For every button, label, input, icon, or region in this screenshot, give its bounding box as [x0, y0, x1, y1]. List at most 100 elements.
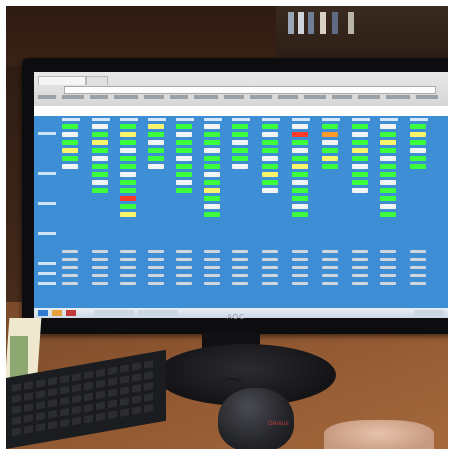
status-cell[interactable] — [120, 124, 136, 129]
grey-cell[interactable] — [262, 266, 278, 269]
taskbar-item[interactable] — [94, 310, 134, 316]
grey-cell[interactable] — [176, 274, 192, 277]
folder-icon[interactable] — [52, 310, 62, 316]
status-cell[interactable] — [176, 148, 192, 153]
grey-cell[interactable] — [176, 258, 192, 261]
status-cell[interactable] — [380, 140, 396, 145]
status-cell[interactable] — [176, 156, 192, 161]
grey-cell[interactable] — [410, 282, 426, 285]
status-cell[interactable] — [352, 148, 368, 153]
status-cell[interactable] — [120, 204, 136, 209]
grey-cell[interactable] — [380, 258, 396, 261]
grey-cell[interactable] — [148, 258, 164, 261]
grey-cell[interactable] — [380, 282, 396, 285]
status-cell[interactable] — [292, 132, 308, 137]
grey-cell[interactable] — [410, 274, 426, 277]
bookmark[interactable] — [90, 95, 108, 99]
bookmark[interactable] — [386, 95, 410, 99]
grey-cell[interactable] — [380, 250, 396, 253]
status-cell[interactable] — [92, 140, 108, 145]
status-cell[interactable] — [148, 164, 164, 169]
status-cell[interactable] — [380, 156, 396, 161]
bookmark[interactable] — [224, 95, 244, 99]
grey-cell[interactable] — [176, 250, 192, 253]
grey-cell[interactable] — [62, 274, 78, 277]
status-cell[interactable] — [204, 148, 220, 153]
status-cell[interactable] — [204, 196, 220, 201]
status-cell[interactable] — [322, 124, 338, 129]
status-cell[interactable] — [352, 188, 368, 193]
status-cell[interactable] — [232, 124, 248, 129]
grey-cell[interactable] — [410, 258, 426, 261]
grey-cell[interactable] — [204, 258, 220, 261]
status-cell[interactable] — [120, 188, 136, 193]
bookmark[interactable] — [250, 95, 272, 99]
app-icon[interactable] — [66, 310, 76, 316]
status-cell[interactable] — [148, 124, 164, 129]
grey-cell[interactable] — [352, 258, 368, 261]
status-cell[interactable] — [92, 172, 108, 177]
status-cell[interactable] — [380, 124, 396, 129]
grey-cell[interactable] — [176, 266, 192, 269]
status-cell[interactable] — [292, 124, 308, 129]
status-cell[interactable] — [322, 164, 338, 169]
status-cell[interactable] — [410, 124, 426, 129]
status-cell[interactable] — [322, 156, 338, 161]
grey-cell[interactable] — [120, 274, 136, 277]
bookmark[interactable] — [62, 95, 84, 99]
bookmark[interactable] — [416, 95, 438, 99]
grey-cell[interactable] — [92, 266, 108, 269]
grey-cell[interactable] — [204, 282, 220, 285]
grey-cell[interactable] — [92, 282, 108, 285]
status-cell[interactable] — [232, 132, 248, 137]
status-cell[interactable] — [262, 132, 278, 137]
bookmark[interactable] — [144, 95, 164, 99]
status-cell[interactable] — [292, 140, 308, 145]
grey-cell[interactable] — [262, 282, 278, 285]
status-cell[interactable] — [204, 156, 220, 161]
status-cell[interactable] — [92, 180, 108, 185]
status-cell[interactable] — [292, 196, 308, 201]
grey-cell[interactable] — [232, 258, 248, 261]
bookmark[interactable] — [170, 95, 188, 99]
grey-cell[interactable] — [204, 250, 220, 253]
start-icon[interactable] — [38, 310, 48, 316]
grey-cell[interactable] — [62, 282, 78, 285]
status-cell[interactable] — [292, 156, 308, 161]
status-cell[interactable] — [120, 148, 136, 153]
status-cell[interactable] — [292, 188, 308, 193]
status-cell[interactable] — [322, 148, 338, 153]
grey-cell[interactable] — [292, 250, 308, 253]
status-cell[interactable] — [262, 156, 278, 161]
status-cell[interactable] — [380, 204, 396, 209]
status-cell[interactable] — [410, 132, 426, 137]
grey-cell[interactable] — [322, 250, 338, 253]
status-cell[interactable] — [410, 164, 426, 169]
grey-cell[interactable] — [322, 258, 338, 261]
grey-cell[interactable] — [232, 266, 248, 269]
status-cell[interactable] — [380, 172, 396, 177]
status-cell[interactable] — [148, 148, 164, 153]
status-cell[interactable] — [204, 124, 220, 129]
status-cell[interactable] — [410, 148, 426, 153]
status-cell[interactable] — [62, 124, 78, 129]
grey-cell[interactable] — [232, 282, 248, 285]
grey-cell[interactable] — [176, 282, 192, 285]
status-cell[interactable] — [62, 140, 78, 145]
status-cell[interactable] — [120, 164, 136, 169]
grey-cell[interactable] — [410, 250, 426, 253]
status-cell[interactable] — [380, 148, 396, 153]
status-cell[interactable] — [148, 132, 164, 137]
taskbar-item[interactable] — [138, 310, 178, 316]
bookmark[interactable] — [304, 95, 326, 99]
status-cell[interactable] — [204, 132, 220, 137]
grey-cell[interactable] — [380, 266, 396, 269]
status-cell[interactable] — [292, 204, 308, 209]
status-cell[interactable] — [262, 172, 278, 177]
bookmark[interactable] — [194, 95, 218, 99]
browser-tab[interactable] — [86, 76, 108, 85]
status-cell[interactable] — [204, 164, 220, 169]
grey-cell[interactable] — [410, 266, 426, 269]
grey-cell[interactable] — [352, 282, 368, 285]
status-cell[interactable] — [62, 132, 78, 137]
